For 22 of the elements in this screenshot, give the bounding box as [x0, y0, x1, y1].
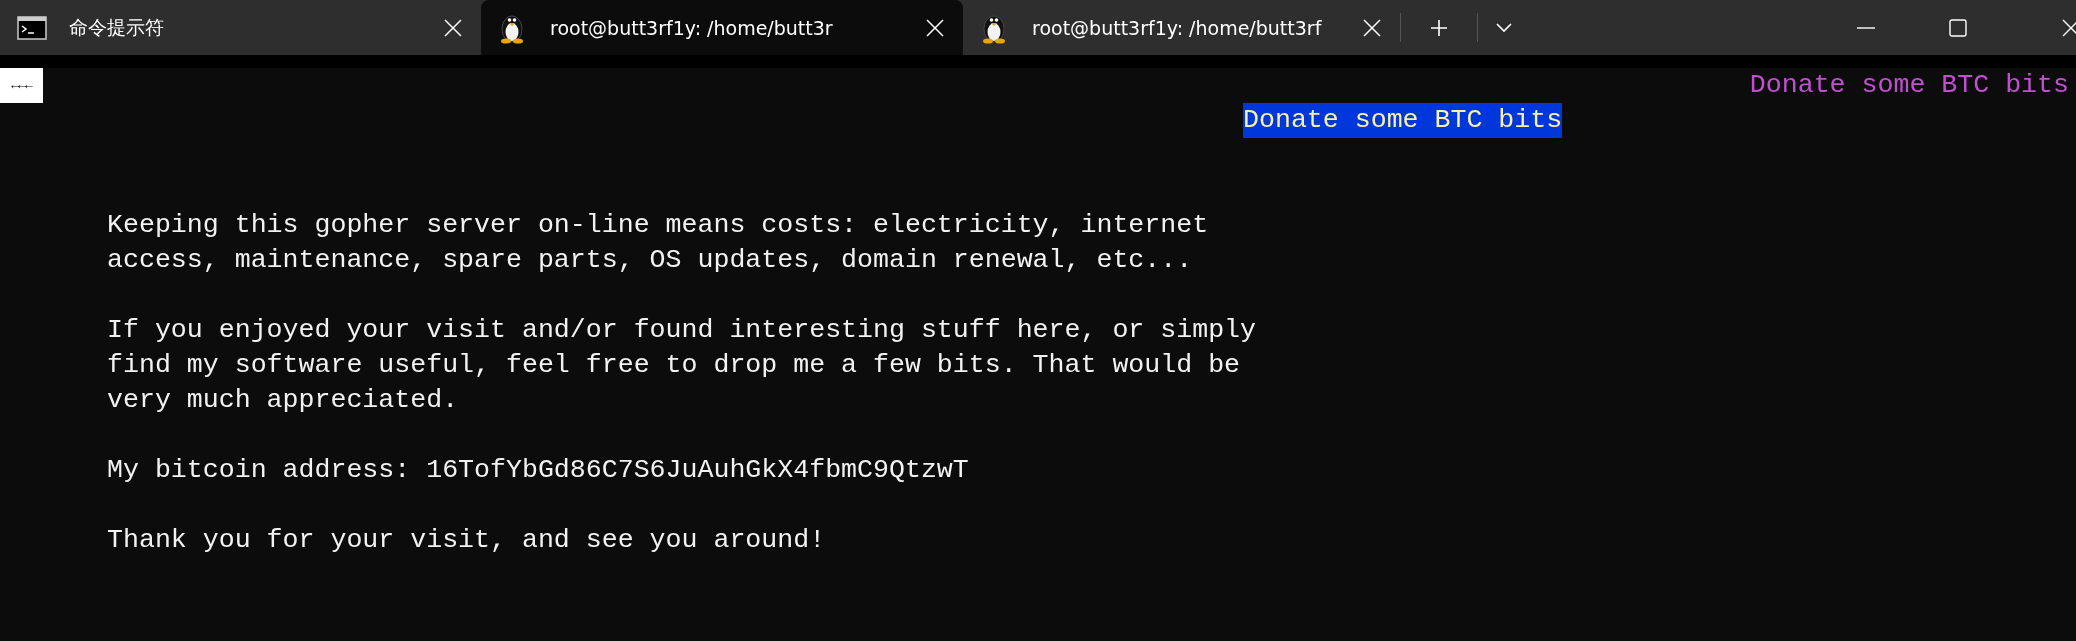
add-tab-icon[interactable]	[1430, 18, 1448, 37]
maximize-icon[interactable]	[1949, 18, 1967, 37]
tab-title: root@butt3rf1y: /home/butt3rf	[1032, 16, 1323, 39]
tab-title: root@butt3rf1y: /home/butt3r	[550, 16, 834, 39]
close-icon[interactable]	[444, 18, 462, 37]
paragraph: Keeping this gopher server on-line means costs: electricity, internet access, maintenance, spare parts, OS updates, domain renewal, etc...	[107, 209, 1210, 277]
close-icon[interactable]	[1363, 18, 1381, 37]
donate-link[interactable]: Donate some BTC bits	[1243, 103, 1563, 138]
paragraph: Thank you for your visit, and see you around!	[107, 524, 827, 557]
close-icon[interactable]	[2062, 18, 2076, 37]
minimize-icon[interactable]	[1857, 26, 1875, 29]
tab[interactable]: 命令提示符	[0, 0, 481, 55]
close-icon[interactable]	[926, 18, 944, 37]
tab[interactable]: root@butt3rf1y: /home/butt3r	[481, 0, 963, 55]
donate-link[interactable]: Donate some BTC bits	[1749, 68, 2076, 103]
chevron-down-icon[interactable]	[1496, 22, 1512, 33]
tab-title: 命令提示符	[69, 14, 165, 40]
paragraph: If you enjoyed your visit and/or found interesting stuff here, or simply find my software useful, feel free to drop me a few bits. That would be very much appreciated.	[107, 314, 1258, 417]
tab[interactable]: root@butt3rf1y: /home/butt3rf	[963, 0, 1400, 55]
paragraph: My bitcoin address: 16TofYbGd86C7S6JuAuhGkX4fbmC9QtzwT	[107, 454, 970, 487]
terminal-icon	[17, 15, 47, 40]
back-link[interactable]: ←←←	[0, 68, 43, 103]
